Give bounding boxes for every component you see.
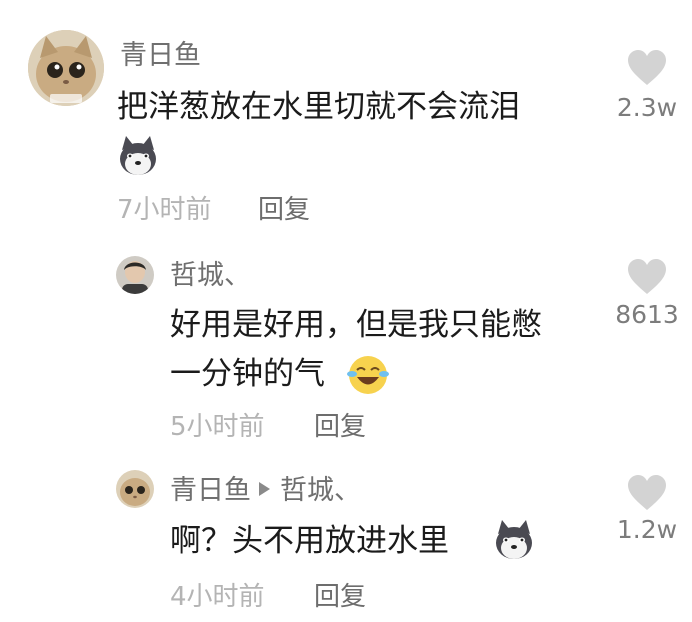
avatar-zhecheng[interactable] bbox=[116, 256, 154, 294]
comment-text: 把洋葱放在水里切就不会流泪 bbox=[117, 89, 520, 125]
reply-button[interactable]: 回复 bbox=[314, 414, 366, 440]
cat-avatar-icon bbox=[28, 30, 104, 106]
avatar-qingriyu[interactable] bbox=[116, 470, 154, 508]
comment-author[interactable]: 哲城、 bbox=[170, 262, 251, 289]
reply-button[interactable]: 回复 bbox=[258, 197, 310, 223]
comment-text-line: 好用是好用，但是我只能憋 bbox=[170, 307, 542, 343]
heart-icon bbox=[628, 50, 666, 85]
comment-author[interactable]: 青日鱼 bbox=[120, 42, 201, 69]
reply-to-author[interactable]: 哲城、 bbox=[280, 475, 361, 506]
laughing-tears-emoji bbox=[346, 352, 390, 396]
reply-button[interactable]: 回复 bbox=[314, 584, 366, 610]
comment-time: 4小时前 bbox=[170, 582, 265, 612]
person-avatar-icon bbox=[116, 256, 154, 294]
triangle-right-icon bbox=[259, 482, 270, 496]
like-button[interactable] bbox=[627, 259, 667, 295]
comment-author-line: 青日鱼 哲城、 bbox=[170, 477, 361, 504]
like-button[interactable] bbox=[627, 50, 667, 86]
like-count: 8613 bbox=[615, 300, 679, 329]
comment-time: 7小时前 bbox=[117, 195, 212, 225]
comment-author[interactable]: 青日鱼 bbox=[170, 475, 251, 506]
heart-icon bbox=[628, 475, 666, 510]
comment-time: 5小时前 bbox=[170, 412, 265, 442]
husky-dog-emoji bbox=[492, 518, 536, 562]
husky-dog-emoji bbox=[116, 134, 160, 178]
avatar-qingriyu[interactable] bbox=[28, 30, 104, 106]
like-count: 1.2w bbox=[616, 515, 678, 544]
like-count: 2.3w bbox=[616, 93, 678, 122]
like-button[interactable] bbox=[627, 475, 667, 511]
heart-icon bbox=[628, 259, 666, 294]
comment-text-line: 一分钟的气 bbox=[170, 356, 325, 392]
comment-text: 啊？头不用放进水里 bbox=[170, 523, 449, 559]
cat-avatar-icon bbox=[116, 470, 154, 508]
